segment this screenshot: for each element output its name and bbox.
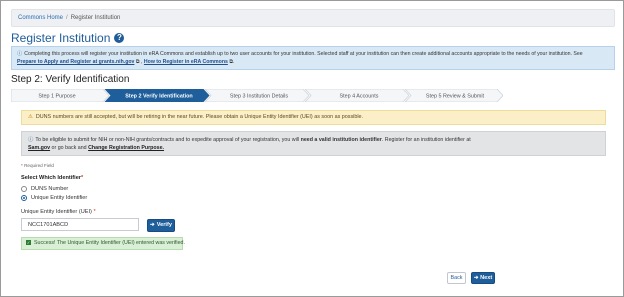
uei-radio-option[interactable]: Unique Entity Identifier: [21, 195, 87, 201]
breadcrumb-current: Register Institution: [70, 15, 121, 21]
uei-label-text: Unique Entity Identifier (UEI): [21, 209, 92, 215]
required-field-note: * Required Field: [21, 163, 54, 168]
info-text-part3: or go back and: [50, 145, 89, 151]
verify-button[interactable]: ➔ Verify: [147, 219, 175, 232]
uei-input[interactable]: [21, 218, 139, 231]
uei-field-label: Unique Entity Identifier (UEI) *: [21, 209, 96, 215]
check-icon: ✓: [26, 240, 31, 246]
info-text-bold: need a valid institution identifier: [300, 137, 382, 143]
success-text: Success! The Unique Entity Identifier (U…: [34, 240, 185, 246]
info-banner: ⓘ Completing this process will register y…: [11, 46, 615, 70]
step-2: Step 2 Verify Identification: [125, 94, 192, 100]
warning-triangle-icon: ⚠: [28, 114, 33, 120]
arrow-right-icon: ➔: [150, 222, 155, 228]
back-button-label: Back: [450, 275, 463, 281]
step-4: Step 4 Accounts: [340, 94, 379, 100]
back-button[interactable]: Back: [447, 272, 466, 284]
warning-text: DUNS numbers are still accepted, but wil…: [35, 114, 364, 120]
page-title: Register Institution: [11, 31, 111, 45]
how-to-register-link[interactable]: How to Register in eRA Commons: [144, 59, 228, 65]
success-alert: ✓ Success! The Unique Entity Identifier (…: [21, 237, 185, 250]
info-circle-icon: ⓘ: [28, 137, 34, 143]
external-link-icon: ⧉: [134, 59, 142, 65]
external-link-icon: ⧉: [227, 59, 234, 65]
info-circle-icon: ⓘ: [17, 51, 23, 57]
question-circle-icon[interactable]: ?: [114, 33, 125, 43]
next-button[interactable]: ➔ Next: [471, 272, 495, 284]
breadcrumb: Commons Home / Register Institution: [11, 9, 615, 27]
change-registration-purpose-link[interactable]: Change Registration Purpose.: [88, 145, 164, 151]
sam-gov-link[interactable]: Sam.gov: [28, 145, 50, 151]
verify-button-label: Verify: [156, 222, 172, 228]
uei-radio[interactable]: [21, 195, 27, 201]
next-button-label: Next: [480, 275, 493, 281]
breadcrumb-home-link[interactable]: Commons Home: [18, 15, 63, 21]
required-asterisk: *: [81, 175, 84, 181]
prepare-to-apply-link[interactable]: Prepare to Apply and Register at grants.…: [17, 59, 134, 65]
progress-stepper: Step 1 Purpose Step 2 Verify Identificat…: [11, 89, 503, 102]
duns-warning-alert: ⚠ DUNS numbers are still accepted, but wi…: [21, 110, 606, 125]
identifier-label-text: Select Which Identifier: [21, 175, 81, 181]
required-asterisk: *: [91, 209, 96, 215]
required-note-text: Required Field: [24, 163, 54, 168]
info-text-part2: . Register for an institution identifier…: [381, 137, 471, 143]
duns-radio-option[interactable]: DUNS Number: [21, 186, 68, 192]
duns-radio[interactable]: [21, 186, 27, 192]
info-banner-text: Completing this process will register yo…: [24, 51, 583, 57]
identifier-select-label: Select Which Identifier*: [21, 175, 83, 181]
duns-radio-label: DUNS Number: [31, 186, 69, 192]
step-heading: Step 2: Verify Identification: [11, 74, 130, 85]
step-1: Step 1 Purpose: [38, 94, 75, 100]
page-title-row: Register Institution ?: [11, 31, 125, 45]
page-frame: Commons Home / Register Institution Regist…: [0, 0, 624, 297]
identifier-info-alert: ⓘ To be eligible to submit for NIH or non…: [21, 131, 606, 156]
step-5: Step 5 Review & Submit: [426, 94, 485, 100]
uei-radio-label: Unique Entity Identifier: [31, 195, 88, 201]
breadcrumb-separator: /: [66, 15, 68, 21]
step-3: Step 3 Institution Details: [230, 94, 288, 100]
info-text-part1: To be eligible to submit for NIH or non-…: [35, 137, 301, 143]
